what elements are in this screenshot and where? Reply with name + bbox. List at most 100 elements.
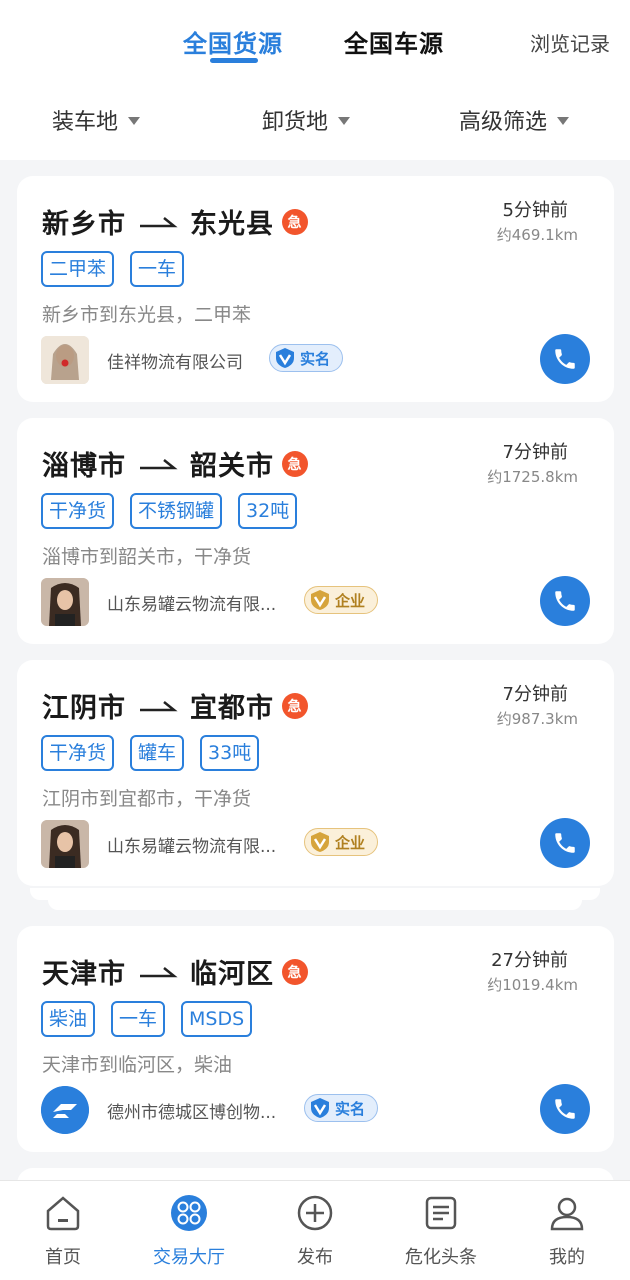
listing-description: 淄博市到韶关市，干净货 [42,546,252,568]
tag-list: 干净货 罐车 33吨 [41,735,260,771]
tag-list: 柴油 一车 MSDS [41,1001,253,1037]
cargo-tag: 罐车 [130,735,185,771]
caret-down-icon [128,117,141,125]
cargo-tag: 一车 [130,251,185,287]
destination-city: 东光县 [190,209,274,240]
listing-card[interactable]: 天津市 临河区 急 27分钟前 约1019.4km 柴油 一车 MSDS 天津市… [17,926,614,1152]
listing-description: 天津市到临河区，柴油 [42,1054,233,1076]
v-shield-icon [309,589,331,611]
company-logo-icon[interactable] [41,1086,89,1134]
verified-badge: 实名 [269,344,344,372]
route-arrow-icon [140,700,178,711]
card-stack-edge [30,888,600,900]
company-name: 德州市德城区博创物... [107,1103,277,1123]
badge-label: 实名 [300,349,331,368]
distance: 约987.3km [496,710,578,728]
call-button[interactable] [540,334,590,384]
source-tabs: 全国货源 全国车源 浏览记录 [0,22,630,72]
nav-label: 交易大厅 [153,1247,225,1268]
phone-icon [555,1099,575,1119]
nav-profile[interactable]: 我的 [504,1193,630,1269]
route-arrow-icon [140,216,178,227]
plus-circle-icon [297,1195,333,1231]
caret-down-icon [338,117,351,125]
nav-publish[interactable]: 发布 [252,1193,378,1269]
top-header: 全国货源 全国车源 浏览记录 装车地 卸货地 高级筛选 [0,0,630,160]
nav-label: 发布 [297,1247,333,1268]
nav-news[interactable]: 危化头条 [378,1193,504,1269]
cargo-tag: 33吨 [200,735,260,771]
avatar[interactable] [41,820,89,868]
caret-down-icon [557,117,570,125]
news-icon [425,1196,457,1230]
destination-city: 宜都市 [190,693,274,724]
cargo-tag: 二甲苯 [41,251,115,287]
trade-hall-icon [171,1195,207,1231]
avatar[interactable] [41,336,89,384]
v-shield-icon [309,831,331,853]
filter-unloading-place[interactable]: 卸货地 [262,104,351,136]
distance: 约1019.4km [487,976,578,994]
listing-description: 江阴市到宜都市，干净货 [42,788,252,810]
post-time: 7分钟前 [502,684,568,705]
nav-home[interactable]: 首页 [0,1193,126,1269]
filter-loading-place[interactable]: 装车地 [52,104,141,136]
distance: 约469.1km [496,226,578,244]
company-name: 山东易罐云物流有限... [107,595,277,615]
phone-icon [555,591,575,611]
urgent-icon: 急 [282,692,308,719]
origin-city: 新乡市 [42,209,126,240]
filter-label: 高级筛选 [459,110,548,135]
phone-icon [555,349,575,369]
card-stack-edge [48,900,582,910]
destination-city: 临河区 [190,959,274,990]
filter-advanced[interactable]: 高级筛选 [459,104,570,136]
distance: 约1725.8km [487,468,578,486]
call-button[interactable] [540,576,590,626]
active-tab-indicator [210,58,258,63]
origin-city: 淄博市 [42,451,126,482]
verified-badge: 实名 [304,1094,379,1122]
route: 新乡市 东光县 急 [42,202,308,241]
avatar[interactable] [41,578,89,626]
call-button[interactable] [540,818,590,868]
listing-description: 新乡市到东光县，二甲苯 [42,304,252,326]
v-shield-icon [309,1097,331,1119]
post-time: 5分钟前 [502,200,568,221]
cargo-tag: MSDS [181,1001,253,1037]
home-icon [46,1196,80,1231]
urgent-icon: 急 [282,208,308,235]
filter-label: 卸货地 [262,110,329,135]
filter-label: 装车地 [52,110,119,135]
tab-national-cargo[interactable]: 全国货源 [183,24,283,59]
cargo-tag: 柴油 [41,1001,96,1037]
nav-trade-hall[interactable]: 交易大厅 [126,1193,252,1269]
tab-national-vehicles[interactable]: 全国车源 [344,24,444,59]
browse-history-link[interactable]: 浏览记录 [530,28,610,57]
enterprise-badge: 企业 [304,828,379,856]
listing-card[interactable]: 淄博市 韶关市 急 7分钟前 约1725.8km 干净货 不锈钢罐 32吨 淄博… [17,418,614,644]
filter-bar: 装车地 卸货地 高级筛选 [0,100,630,140]
listing-card[interactable]: 江阴市 宜都市 急 7分钟前 约987.3km 干净货 罐车 33吨 江阴市到宜… [17,660,614,886]
route: 江阴市 宜都市 急 [42,686,308,725]
profile-icon [550,1197,584,1231]
tag-list: 二甲苯 一车 [41,251,185,287]
cargo-tag: 干净货 [41,735,115,771]
call-button[interactable] [540,1084,590,1134]
urgent-icon: 急 [282,958,308,985]
nav-label: 我的 [549,1247,585,1268]
v-shield-icon [274,347,296,369]
tag-list: 干净货 不锈钢罐 32吨 [41,493,298,529]
cargo-tag: 一车 [111,1001,166,1037]
route-arrow-icon [140,458,178,469]
company-name: 佳祥物流有限公司 [107,353,243,373]
origin-city: 天津市 [42,959,126,990]
badge-label: 企业 [335,833,366,852]
badge-label: 企业 [335,591,366,610]
origin-city: 江阴市 [42,693,126,724]
bottom-nav: 首页 交易大厅 发布 危化头条 我的 [0,1180,630,1280]
destination-city: 韶关市 [190,451,274,482]
route: 天津市 临河区 急 [42,952,308,991]
nav-label: 危化头条 [405,1247,477,1268]
listing-card[interactable]: 新乡市 东光县 急 5分钟前 约469.1km 二甲苯 一车 新乡市到东光县，二… [17,176,614,402]
